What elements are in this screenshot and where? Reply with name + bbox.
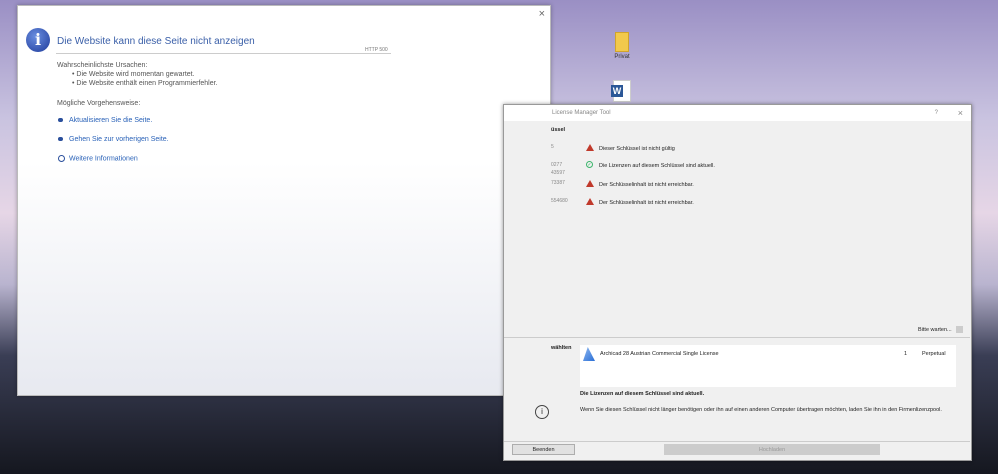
help-button[interactable]: ?: [935, 105, 938, 121]
word-document-icon: [611, 80, 631, 102]
warning-icon: [586, 180, 594, 187]
check-icon: ✓: [586, 161, 593, 168]
archicad-icon: [583, 347, 595, 361]
bullet-icon: [58, 137, 63, 142]
warning-icon: [586, 144, 594, 151]
key-status: Die Lizenzen auf diesem Schlüssel sind a…: [599, 163, 715, 169]
key-status: Der Schlüsselinhalt ist nicht erreichbar…: [599, 200, 694, 206]
desktop-icon-word[interactable]: [592, 80, 652, 102]
info-icon: i: [26, 28, 50, 52]
key-id: 73387: [551, 180, 565, 186]
close-button[interactable]: ×: [958, 105, 963, 121]
divider: [56, 53, 391, 54]
refresh-link[interactable]: Aktualisieren Sie die Seite.: [58, 117, 152, 124]
more-info-link[interactable]: Weitere Informationen: [58, 155, 138, 162]
key-row[interactable]: 5 Dieser Schlüssel ist nicht gültig: [504, 144, 924, 156]
ie-error-dialog: × i Die Website kann diese Seite nicht a…: [17, 5, 551, 396]
warning-icon: [586, 198, 594, 205]
spinner-icon: [956, 326, 963, 333]
key-id: 554680: [551, 198, 568, 204]
info-text: Wenn Sie diesen Schlüssel nicht länger b…: [580, 407, 942, 413]
license-name: Archicad 28 Austrian Commercial Single L…: [600, 351, 719, 357]
error-title: Die Website kann diese Seite nicht anzei…: [57, 36, 255, 47]
key-status: Dieser Schlüssel ist nicht gültig: [599, 146, 675, 152]
license-manager-window: License Manager Tool ? × üssel 5 Dieser S…: [503, 104, 972, 461]
window-title: License Manager Tool: [552, 110, 611, 116]
bullet-icon: [58, 118, 63, 123]
divider: [504, 441, 970, 442]
keys-header: üssel: [551, 127, 566, 133]
cause-item: • Die Website enthält einen Programmierf…: [72, 80, 218, 87]
desktop-icon-privat[interactable]: Privat: [592, 32, 652, 60]
key-id: 5: [551, 144, 554, 150]
key-row[interactable]: 73387 Der Schlüsselinhalt ist nicht errei…: [504, 180, 924, 192]
wait-text: Bitte warten...: [918, 327, 952, 333]
quit-button[interactable]: Beenden: [512, 444, 575, 455]
license-type: Perpetual: [922, 351, 946, 357]
selected-label: wählten: [551, 345, 572, 351]
license-list[interactable]: Archicad 28 Austrian Commercial Single L…: [580, 345, 956, 387]
title-bar: License Manager Tool ? ×: [504, 105, 971, 121]
folder-icon: [615, 32, 629, 52]
http-code: HTTP 500: [365, 47, 388, 53]
key-id: 0277 43597: [551, 162, 565, 176]
cause-item: • Die Website wird momentan gewartet.: [72, 71, 195, 78]
close-button[interactable]: ×: [539, 8, 545, 20]
key-row[interactable]: 0277 43597 ✓ Die Lizenzen auf diesem Schlü…: [504, 161, 924, 176]
expand-icon: [58, 155, 65, 162]
back-link[interactable]: Gehen Sie zur vorherigen Seite.: [58, 136, 169, 143]
actions-label: Mögliche Vorgehensweise:: [57, 100, 141, 107]
causes-label: Wahrscheinlichste Ursachen:: [57, 62, 148, 69]
desktop-icon-label: Privat: [614, 54, 630, 60]
info-icon: i: [535, 405, 549, 419]
license-count: 1: [904, 351, 908, 357]
upload-button[interactable]: Hochladen: [664, 444, 880, 455]
key-row[interactable]: 554680 Der Schlüsselinhalt ist nicht erre…: [504, 198, 924, 210]
divider: [504, 337, 970, 338]
key-status: Der Schlüsselinhalt ist nicht erreichbar…: [599, 182, 694, 188]
status-message: Die Lizenzen auf diesem Schlüssel sind a…: [580, 391, 705, 397]
